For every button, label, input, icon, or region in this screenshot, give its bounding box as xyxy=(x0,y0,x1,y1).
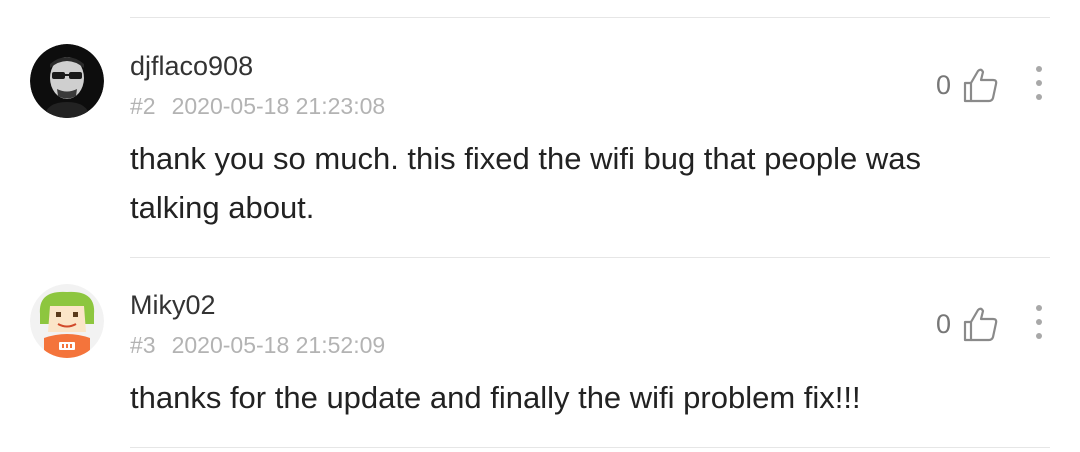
comment-floor-number: #3 xyxy=(130,332,156,358)
thumbs-up-icon[interactable] xyxy=(961,65,1001,105)
comment-body: thanks for the update and finally the wi… xyxy=(130,380,861,415)
comment-meta: #2 2020-05-18 21:23:08 xyxy=(130,93,385,120)
more-vertical-icon[interactable] xyxy=(1026,62,1052,106)
thumbs-up-icon[interactable] xyxy=(961,304,1001,344)
comment-meta: #3 2020-05-18 21:52:09 xyxy=(130,332,385,359)
avatar[interactable] xyxy=(30,284,104,358)
comment-divider xyxy=(130,257,1050,258)
comment-username[interactable]: Miky02 xyxy=(130,290,216,321)
top-divider xyxy=(130,17,1050,18)
comment-body: thank you so much. this fixed the wifi b… xyxy=(130,141,921,225)
like-count: 0 xyxy=(936,70,952,100)
mi-bunny-avatar-icon xyxy=(30,284,104,358)
more-vertical-icon[interactable] xyxy=(1026,301,1052,345)
comment-timestamp: 2020-05-18 21:23:08 xyxy=(171,93,386,119)
comment-username[interactable]: djflaco908 xyxy=(130,51,253,82)
avatar[interactable] xyxy=(30,44,104,118)
comment-timestamp: 2020-05-18 21:52:09 xyxy=(171,332,386,358)
man-with-sunglasses-avatar-icon xyxy=(30,44,104,118)
bottom-divider xyxy=(130,447,1050,448)
like-count: 0 xyxy=(936,309,952,339)
comment-floor-number: #2 xyxy=(130,93,156,119)
